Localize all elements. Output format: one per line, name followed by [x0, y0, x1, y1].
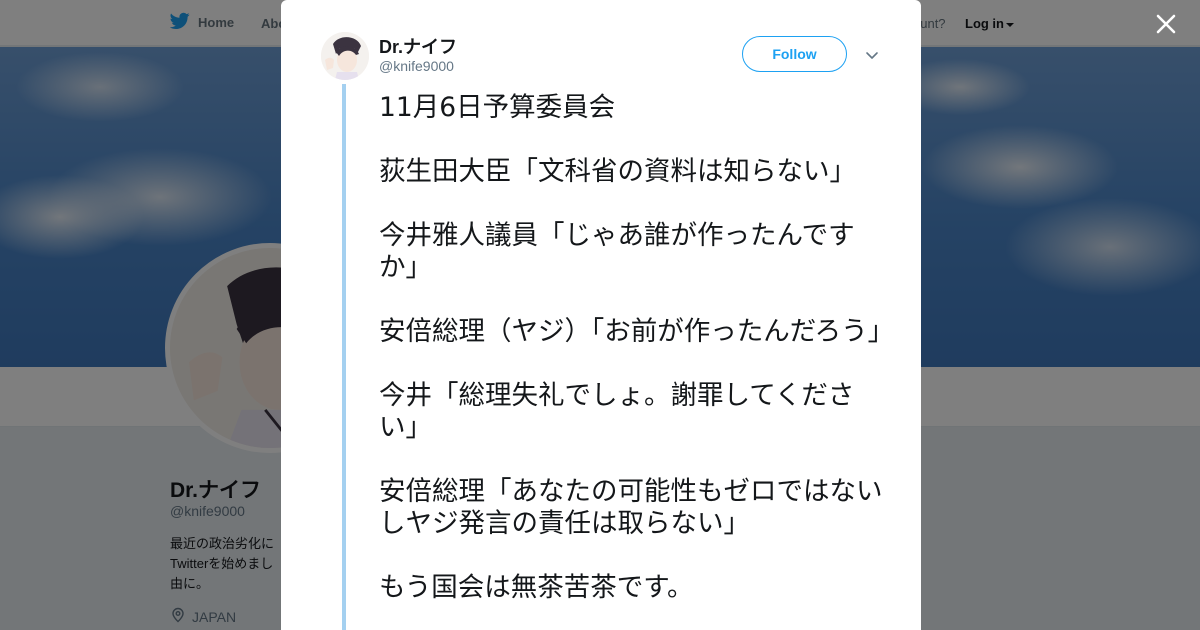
tweet-paragraph: 荻生田大臣「文科省の資料は知らない」	[379, 156, 856, 187]
more-options-button[interactable]	[863, 46, 881, 64]
tweet-author-avatar[interactable]	[321, 32, 369, 80]
tweet-author-handle[interactable]: @knife9000	[379, 58, 454, 74]
tweet-paragraph: 安倍総理（ヤジ）「お前が作ったんだろう」	[379, 316, 895, 347]
tweet-author-name[interactable]: Dr.ナイフ	[379, 33, 457, 59]
close-button[interactable]	[1152, 10, 1180, 38]
tweet-text: 11月6日予算委員会 荻生田大臣「文科省の資料は知らない」 今井雅人議員「じゃあ…	[379, 92, 895, 630]
chevron-down-icon	[863, 51, 881, 68]
thread-line	[342, 84, 346, 630]
follow-button[interactable]: Follow	[742, 36, 847, 72]
tweet-paragraph: 安倍総理「あなたの可能性もゼロではないしヤジ発言の責任は取らない」	[379, 476, 883, 539]
tweet-paragraph: 今井「総理失礼でしょ。謝罪してください」	[379, 380, 855, 443]
tweet-paragraph: もう国会は無茶苦茶です。	[379, 572, 694, 603]
close-icon	[1152, 14, 1180, 42]
tweet-paragraph: 今井雅人議員「じゃあ誰が作ったんですか」	[379, 220, 855, 283]
tweet-modal: Dr.ナイフ @knife9000 Follow 11月6日予算委員会 荻生田大…	[281, 0, 921, 630]
tweet-paragraph: 11月6日予算委員会	[379, 92, 616, 123]
